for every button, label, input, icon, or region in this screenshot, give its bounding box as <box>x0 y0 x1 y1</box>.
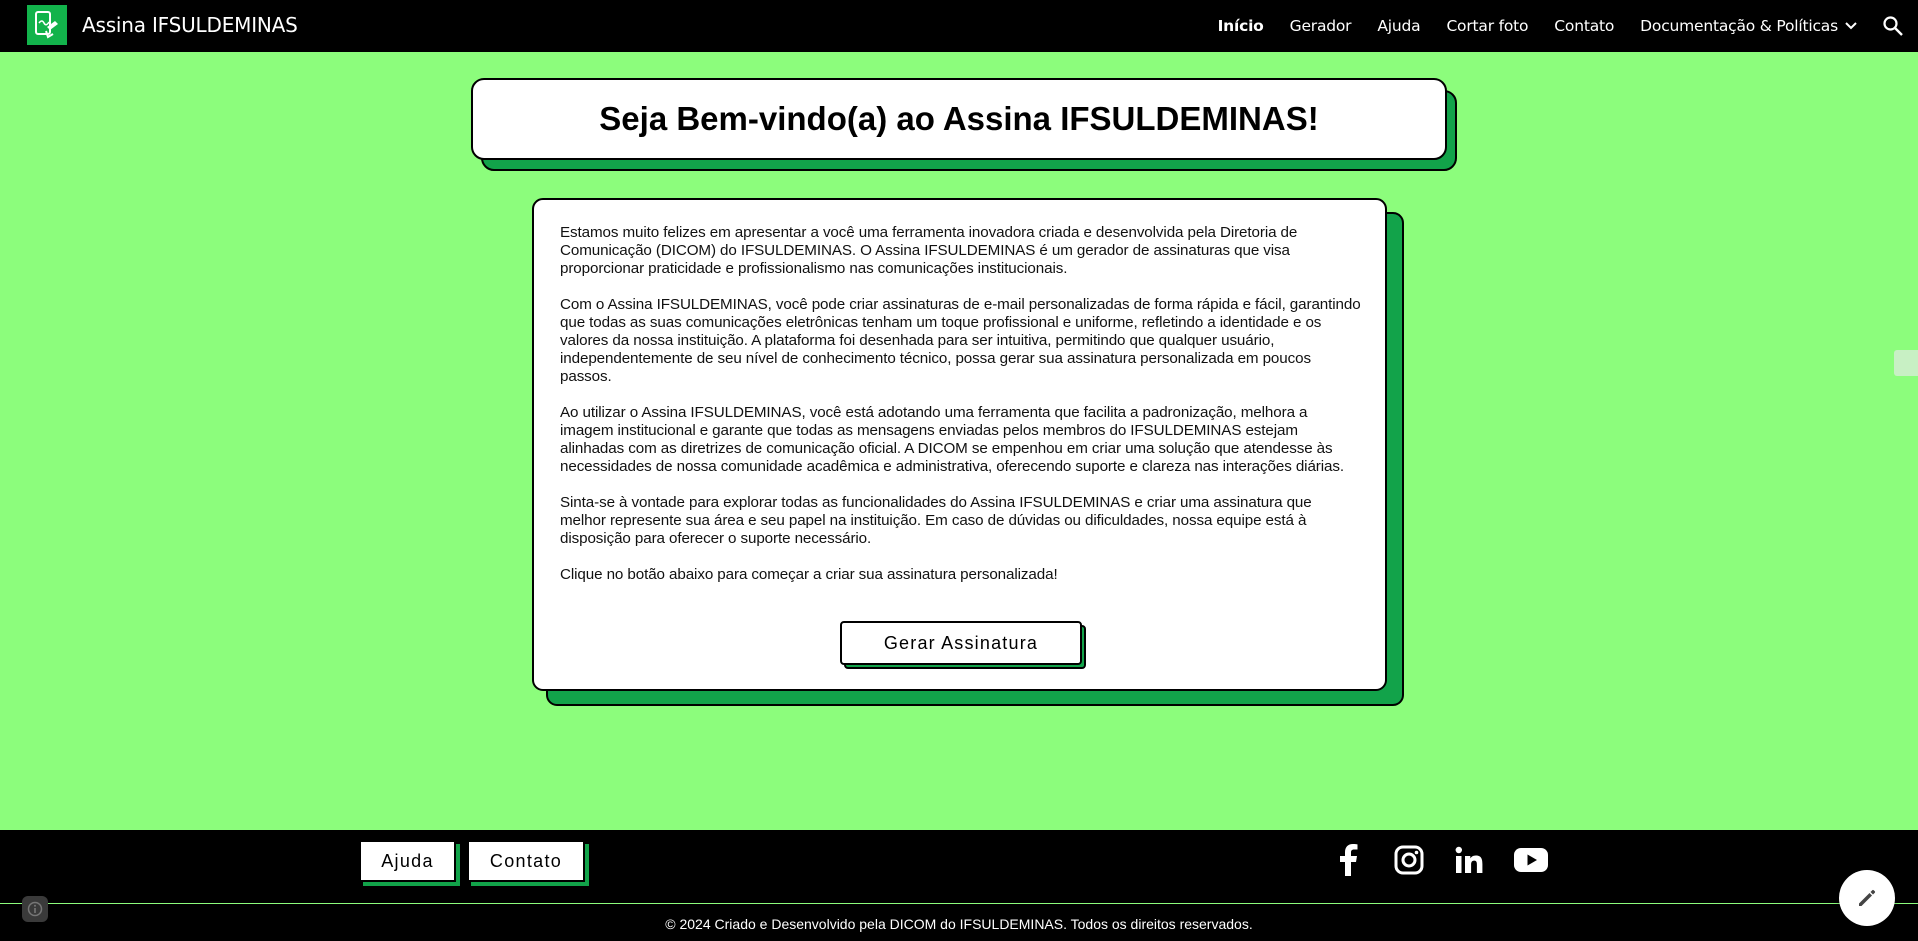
nav-item-ajuda[interactable]: Ajuda <box>1377 17 1420 35</box>
footer-help-button[interactable]: Ajuda <box>359 840 456 882</box>
generate-signature-button-wrap: Gerar Assinatura <box>840 621 1086 669</box>
site-title[interactable]: Assina IFSULDEMINAS <box>82 13 298 37</box>
facebook-icon[interactable] <box>1332 844 1364 876</box>
intro-paragraph-3: Ao utilizar o Assina IFSULDEMINAS, você … <box>560 404 1344 475</box>
intro-paragraph-1: Estamos muito felizes em apresentar a vo… <box>560 224 1298 277</box>
main-nav: Início Gerador Ajuda Cortar foto Contato… <box>1218 0 1858 52</box>
page-title: Seja Bem-vindo(a) ao Assina IFSULDEMINAS… <box>599 100 1319 137</box>
intro-paragraph-2: Com o Assina IFSULDEMINAS, você pode cri… <box>560 296 1361 385</box>
search-icon[interactable] <box>1882 15 1904 37</box>
intro-paragraph-4: Sinta-se à vontade para explorar todas a… <box>560 494 1312 547</box>
youtube-icon[interactable] <box>1513 844 1549 876</box>
instagram-icon[interactable] <box>1393 844 1425 876</box>
footer-help-button-wrap: Ajuda <box>359 840 460 886</box>
footer-contact-button-wrap: Contato <box>467 840 589 886</box>
welcome-banner-card: Seja Bem-vindo(a) ao Assina IFSULDEMINAS… <box>471 78 1447 160</box>
chevron-down-icon <box>1845 22 1857 30</box>
welcome-banner: Seja Bem-vindo(a) ao Assina IFSULDEMINAS… <box>471 78 1457 172</box>
copyright-text: © 2024 Criado e Desenvolvido pela DICOM … <box>665 916 1253 932</box>
intro-card-body: Estamos muito felizes em apresentar a vo… <box>532 198 1387 691</box>
side-widget-tab[interactable] <box>1894 350 1918 376</box>
top-app-bar: Assina IFSULDEMINAS Início Gerador Ajuda… <box>0 0 1918 52</box>
signature-phone-icon[interactable] <box>27 5 67 45</box>
footer-divider <box>0 903 1918 904</box>
intro-card: Estamos muito felizes em apresentar a vo… <box>532 198 1404 708</box>
nav-item-documentacao[interactable]: Documentação & Políticas <box>1640 17 1858 35</box>
info-icon[interactable] <box>22 896 48 922</box>
linkedin-icon[interactable] <box>1453 844 1485 876</box>
nav-item-contato[interactable]: Contato <box>1554 17 1614 35</box>
nav-item-documentacao-label: Documentação & Políticas <box>1640 17 1838 35</box>
footer: Ajuda Contato © 2024 Criado e Desenvolvi… <box>0 830 1918 941</box>
edit-pencil-icon[interactable] <box>1839 870 1895 926</box>
nav-item-gerador[interactable]: Gerador <box>1290 17 1352 35</box>
generate-signature-button[interactable]: Gerar Assinatura <box>840 621 1082 665</box>
footer-contact-button[interactable]: Contato <box>467 840 585 882</box>
intro-paragraph-5: Clique no botão abaixo para começar a cr… <box>560 566 1058 583</box>
nav-item-cortar-foto[interactable]: Cortar foto <box>1446 17 1528 35</box>
nav-item-inicio[interactable]: Início <box>1218 17 1264 35</box>
